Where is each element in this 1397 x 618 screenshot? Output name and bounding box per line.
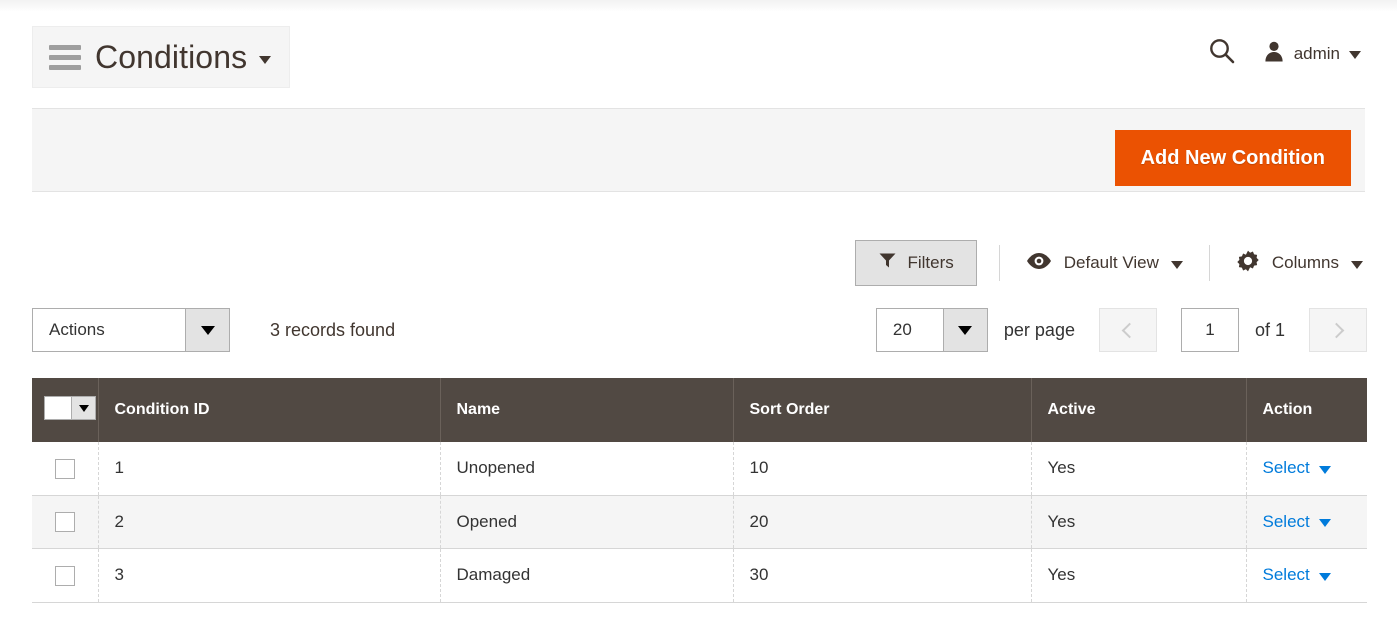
cell-sort-order: 10 (733, 442, 1031, 495)
cell-sort-order: 30 (733, 549, 1031, 603)
search-icon[interactable] (1207, 36, 1237, 71)
user-menu[interactable]: admin (1263, 40, 1361, 67)
table-header-row: Condition ID Name Sort Order Active Acti… (32, 378, 1367, 442)
user-name-label: admin (1294, 44, 1340, 64)
actions-select[interactable]: Actions (32, 308, 230, 352)
cell-active: Yes (1031, 442, 1246, 495)
page-header: Conditions admin (0, 12, 1397, 100)
column-header-active[interactable]: Active (1031, 378, 1246, 442)
previous-page-button[interactable] (1099, 308, 1157, 352)
row-action-select[interactable]: Select (1263, 458, 1331, 478)
chevron-down-icon[interactable] (1319, 573, 1331, 581)
page-title-block[interactable]: Conditions (32, 26, 290, 88)
cell-condition-id: 1 (98, 442, 440, 495)
top-gradient-strip (0, 0, 1397, 12)
next-page-button[interactable] (1309, 308, 1367, 352)
column-header-sort-order[interactable]: Sort Order (733, 378, 1031, 442)
row-action-select[interactable]: Select (1263, 565, 1331, 585)
cell-action: Select (1246, 495, 1367, 549)
per-page-select[interactable]: 20 (876, 308, 988, 352)
row-checkbox[interactable] (55, 566, 75, 586)
column-header-name[interactable]: Name (440, 378, 733, 442)
cell-active: Yes (1031, 495, 1246, 549)
toolbar-divider (1209, 245, 1210, 281)
chevron-left-icon (1122, 322, 1138, 338)
cell-active: Yes (1031, 549, 1246, 603)
per-page-label: per page (1004, 320, 1075, 341)
row-action-label: Select (1263, 512, 1310, 532)
table-row: 1 Unopened 10 Yes Select (32, 442, 1367, 495)
records-found-label: 3 records found (270, 320, 395, 341)
row-checkbox[interactable] (55, 512, 75, 532)
row-checkbox[interactable] (55, 459, 75, 479)
eye-icon (1026, 252, 1052, 275)
cell-name: Damaged (440, 549, 733, 603)
table-row: 3 Damaged 30 Yes Select (32, 549, 1367, 603)
user-avatar-icon (1263, 40, 1285, 67)
select-all-header[interactable] (32, 378, 98, 442)
chevron-down-icon[interactable] (1351, 261, 1363, 269)
cell-action: Select (1246, 442, 1367, 495)
grid-massaction-area: Actions 3 records found (32, 308, 395, 352)
chevron-down-icon[interactable] (943, 309, 987, 351)
admin-grid-page: Conditions admin (0, 0, 1397, 618)
columns-label: Columns (1272, 253, 1339, 273)
row-action-label: Select (1263, 458, 1310, 478)
select-all-control[interactable] (44, 396, 96, 420)
table-row: 2 Opened 20 Yes Select (32, 495, 1367, 549)
funnel-icon (878, 251, 897, 275)
chevron-down-icon[interactable] (1319, 466, 1331, 474)
select-all-checkbox[interactable] (45, 397, 71, 419)
row-action-select[interactable]: Select (1263, 512, 1331, 532)
cell-name: Unopened (440, 442, 733, 495)
page-actions-bar: Add New Condition (32, 108, 1365, 192)
row-action-label: Select (1263, 565, 1310, 585)
hamburger-menu-icon[interactable] (49, 45, 81, 70)
current-page-input[interactable]: 1 (1181, 308, 1239, 352)
grid-toolbar: Filters Default View Columns (855, 240, 1367, 286)
columns-selector[interactable]: Columns (1232, 249, 1367, 278)
chevron-down-icon[interactable] (185, 309, 229, 351)
column-header-condition-id[interactable]: Condition ID (98, 378, 440, 442)
cell-name: Opened (440, 495, 733, 549)
gear-icon (1236, 249, 1260, 278)
cell-sort-order: 20 (733, 495, 1031, 549)
actions-select-label: Actions (33, 309, 185, 351)
cell-condition-id: 3 (98, 549, 440, 603)
chevron-down-icon[interactable] (1319, 519, 1331, 527)
conditions-table: Condition ID Name Sort Order Active Acti… (32, 378, 1367, 603)
cell-action: Select (1246, 549, 1367, 603)
chevron-right-icon (1328, 322, 1344, 338)
cell-condition-id: 2 (98, 495, 440, 549)
row-select-cell[interactable] (32, 442, 98, 495)
chevron-down-icon[interactable] (259, 56, 271, 64)
add-new-condition-button[interactable]: Add New Condition (1115, 130, 1351, 186)
row-select-cell[interactable] (32, 549, 98, 603)
chevron-down-icon[interactable] (71, 397, 95, 419)
header-actions: admin (1207, 36, 1361, 71)
grid-pager: 20 per page 1 of 1 (876, 308, 1367, 352)
chevron-down-icon[interactable] (1349, 51, 1361, 59)
chevron-down-icon[interactable] (1171, 261, 1183, 269)
filters-button[interactable]: Filters (855, 240, 976, 286)
default-view-selector[interactable]: Default View (1022, 252, 1187, 275)
toolbar-divider (999, 245, 1000, 281)
row-select-cell[interactable] (32, 495, 98, 549)
default-view-label: Default View (1064, 253, 1159, 273)
filters-label: Filters (907, 253, 953, 273)
per-page-value: 20 (877, 309, 943, 351)
total-pages-label: of 1 (1255, 320, 1285, 341)
column-header-action: Action (1246, 378, 1367, 442)
page-title: Conditions (95, 41, 247, 73)
